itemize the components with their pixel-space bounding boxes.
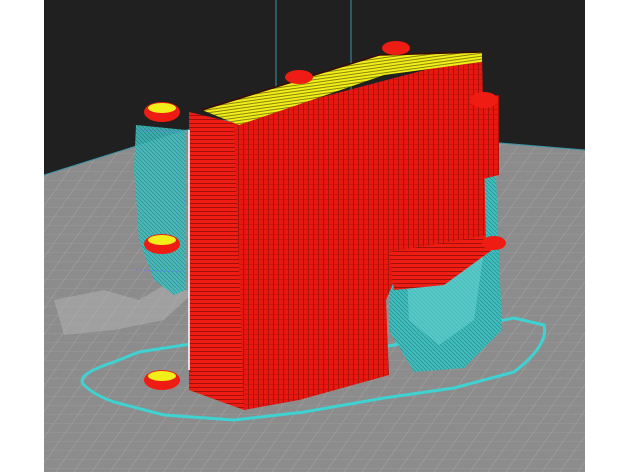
3d-viewport[interactable] xyxy=(44,0,585,472)
ear-mid-right xyxy=(482,236,506,250)
ear-right xyxy=(470,92,498,108)
layer-preview-scene[interactable] xyxy=(44,0,585,472)
ear-top-back-2 xyxy=(382,41,410,55)
ear-mid-left-skin xyxy=(148,235,176,245)
ear-top-back-1 xyxy=(285,70,313,84)
ear-top-left-skin xyxy=(148,103,176,113)
ear-bottom-left-skin xyxy=(148,371,176,381)
